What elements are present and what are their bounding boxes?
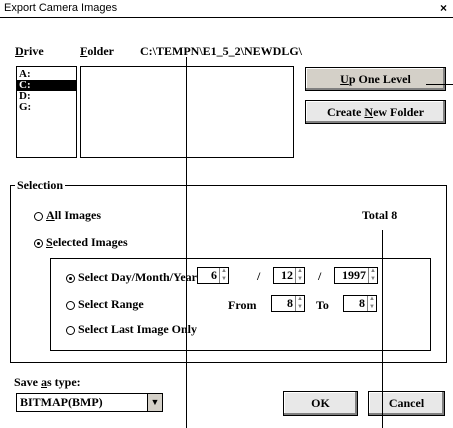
- all-images-radio[interactable]: All Images: [34, 208, 101, 223]
- selected-images-accel: S: [46, 235, 53, 249]
- total-count: Total 8: [362, 208, 398, 222]
- folder-label: Folder: [80, 44, 114, 59]
- folder-list[interactable]: [80, 66, 294, 158]
- select-day-radio-dot[interactable]: [66, 273, 75, 283]
- spin-up-arrow-icon[interactable]: ▲: [368, 296, 376, 304]
- select-last-image-radio[interactable]: Select Last Image Only: [66, 322, 197, 337]
- spin-down-arrow-icon[interactable]: ▼: [220, 276, 228, 284]
- all-images-accel: A: [46, 208, 55, 222]
- from-label: From: [228, 298, 257, 312]
- all-images-radio-dot[interactable]: [34, 211, 43, 221]
- spin-down-arrow-icon[interactable]: ▼: [369, 276, 377, 284]
- close-icon[interactable]: ×: [437, 2, 450, 15]
- save-as-type-rest: s type:: [47, 375, 81, 389]
- to-value: 8: [359, 296, 365, 310]
- select-day-label: Select Day/Month/Year: [78, 270, 197, 284]
- all-images-rest: ll Images: [54, 208, 102, 222]
- folder-path: C:\TEMPN\E1_5_2\NEWDLG\: [140, 44, 303, 58]
- save-as-type-select[interactable]: BITMAP(BMP) ▼: [16, 393, 163, 412]
- up-one-level-rest: p One Level: [348, 72, 411, 86]
- create-folder-rest: ew Folder: [373, 105, 425, 119]
- to-label: To: [316, 298, 329, 312]
- window-title: Export Camera Images: [4, 2, 118, 14]
- drive-label: Drive: [15, 44, 44, 59]
- cancel-button[interactable]: Cancel: [368, 391, 445, 416]
- up-one-level-accel: U: [340, 72, 349, 86]
- save-as-type-label: Save as type:: [14, 375, 81, 390]
- chevron-down-icon[interactable]: ▼: [147, 394, 162, 411]
- annotation-line-left: [186, 57, 187, 428]
- spin-down-arrow-icon[interactable]: ▼: [368, 304, 376, 312]
- selection-legend: Selection: [15, 178, 65, 193]
- create-new-folder-button[interactable]: Create New Folder: [305, 100, 446, 124]
- ok-button[interactable]: OK: [283, 391, 358, 416]
- drive-list[interactable]: A: C: D: G:: [16, 66, 77, 158]
- save-as-type-value: BITMAP(BMP): [20, 395, 103, 409]
- drive-item-g[interactable]: G:: [17, 102, 76, 113]
- title-bar: Export Camera Images ×: [0, 0, 453, 18]
- select-day-radio[interactable]: Select Day/Month/Year: [66, 270, 197, 285]
- month-value: 12: [281, 268, 293, 282]
- date-separator-1: /: [257, 269, 261, 283]
- year-spinner[interactable]: 1997 ▲ ▼: [334, 267, 378, 284]
- spin-up-arrow-icon[interactable]: ▲: [369, 268, 377, 276]
- create-folder-accel: N: [364, 105, 374, 119]
- spin-up-arrow-icon[interactable]: ▲: [296, 268, 304, 276]
- select-last-image-label: Select Last Image Only: [78, 322, 197, 336]
- select-range-label: Select Range: [78, 297, 144, 311]
- day-spinner[interactable]: 6 ▲ ▼: [197, 267, 229, 284]
- day-value: 6: [211, 268, 217, 282]
- to-spinner[interactable]: 8 ▲ ▼: [343, 295, 377, 312]
- spin-down-arrow-icon[interactable]: ▼: [296, 304, 304, 312]
- select-range-radio[interactable]: Select Range: [66, 297, 144, 312]
- selected-images-radio-dot[interactable]: [34, 238, 43, 248]
- select-range-radio-dot[interactable]: [66, 300, 75, 310]
- from-spinner[interactable]: 8 ▲ ▼: [271, 295, 305, 312]
- create-folder-pre: Create: [326, 105, 365, 119]
- folder-label-rest: older: [87, 44, 115, 58]
- spin-down-arrow-icon[interactable]: ▼: [296, 276, 304, 284]
- annotation-line-top: [426, 84, 453, 85]
- from-value: 8: [287, 296, 293, 310]
- selected-images-rest: elected Images: [52, 235, 128, 249]
- month-spinner[interactable]: 12 ▲ ▼: [273, 267, 305, 284]
- spin-up-arrow-icon[interactable]: ▲: [296, 296, 304, 304]
- date-separator-2: /: [318, 269, 322, 283]
- annotation-line-right: [382, 230, 383, 428]
- drive-label-rest: rive: [23, 44, 44, 58]
- up-one-level-button[interactable]: Up One Level: [305, 67, 446, 91]
- save-as-type-pre: Save: [14, 375, 41, 389]
- selected-images-radio[interactable]: Selected Images: [34, 235, 128, 250]
- spin-up-arrow-icon[interactable]: ▲: [220, 268, 228, 276]
- year-value: 1997: [342, 268, 366, 282]
- drive-label-accel: D: [15, 44, 24, 58]
- select-last-image-radio-dot[interactable]: [66, 325, 75, 335]
